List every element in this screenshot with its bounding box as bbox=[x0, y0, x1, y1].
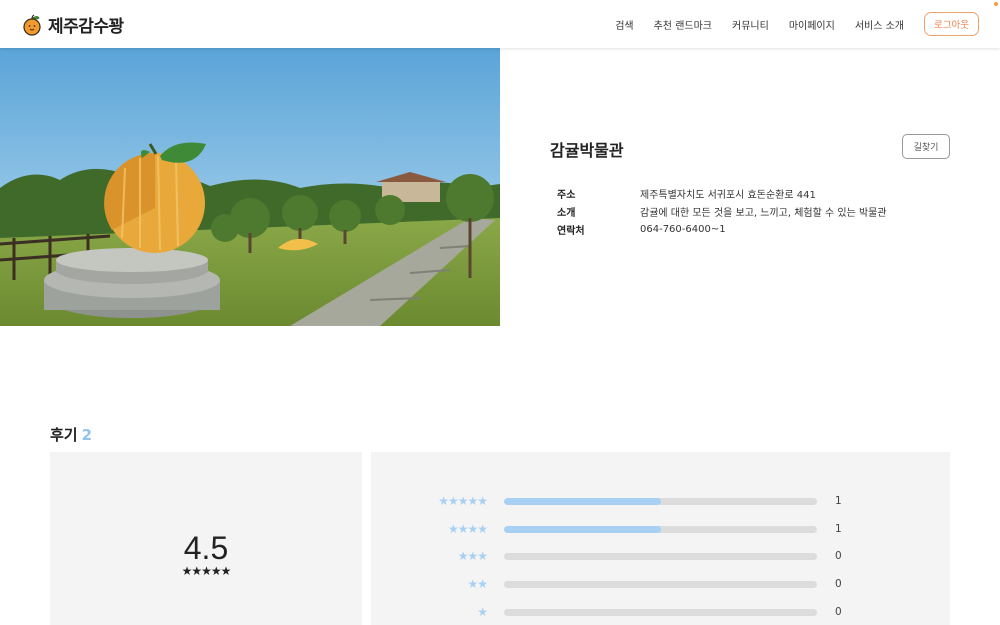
info-row-intro: 소개 감귤에 대한 모든 것을 보고, 느끼고, 체험할 수 있는 박물관 bbox=[557, 202, 887, 220]
rating-row-4: ★★★★ 1 bbox=[371, 522, 950, 536]
one-star-icon: ★ bbox=[477, 605, 488, 619]
logout-button[interactable]: 로그아웃 bbox=[924, 12, 979, 36]
rating-row-1: ★ 0 bbox=[371, 605, 950, 619]
notification-dot bbox=[994, 2, 998, 6]
intro-value: 감귤에 대한 모든 것을 보고, 느끼고, 체험할 수 있는 박물관 bbox=[640, 207, 887, 219]
nav-landmarks[interactable]: 추천 랜드마크 bbox=[654, 17, 712, 32]
logo-text: 제주감수꽝 bbox=[48, 17, 124, 37]
two-star-icon: ★★ bbox=[467, 577, 487, 591]
rating-bar-4 bbox=[504, 526, 817, 533]
review-count: 2 bbox=[81, 426, 93, 444]
logo[interactable]: 제주감수꽝 bbox=[22, 12, 124, 37]
rating-count-5: 1 bbox=[835, 495, 842, 507]
contact-label: 연락처 bbox=[557, 225, 585, 237]
info-row-contact: 연락처 064-760-6400~1 bbox=[557, 220, 887, 238]
info-row-address: 주소 제주특별자치도 서귀포시 효돈순환로 441 bbox=[557, 184, 887, 202]
rating-bar-fill-5 bbox=[504, 498, 661, 505]
nav-search[interactable]: 검색 bbox=[615, 17, 633, 32]
rating-row-5: ★★★★★ 1 bbox=[371, 494, 950, 508]
tangerine-logo-icon bbox=[23, 13, 41, 36]
rating-distribution-card: ★★★★★ 1 ★★★★ 1 ★★★ 0 ★★ 0 ★ 0 bbox=[371, 452, 950, 625]
three-star-icon: ★★★ bbox=[457, 549, 488, 563]
rating-count-1: 0 bbox=[835, 606, 842, 618]
main-nav: 검색 추천 랜드마크 커뮤니티 마이페이지 서비스 소개 bbox=[615, 17, 904, 32]
contact-value: 064-760-6400~1 bbox=[640, 223, 726, 235]
intro-label: 소개 bbox=[557, 207, 576, 219]
nav-about[interactable]: 서비스 소개 bbox=[855, 17, 904, 32]
place-info-table: 주소 제주특별자치도 서귀포시 효돈순환로 441 소개 감귤에 대한 모든 것… bbox=[557, 184, 887, 238]
rating-count-4: 1 bbox=[835, 523, 842, 535]
top-navbar: 제주감수꽝 검색 추천 랜드마크 커뮤니티 마이페이지 서비스 소개 로그아웃 bbox=[0, 0, 1000, 48]
rating-row-2: ★★ 0 bbox=[371, 577, 950, 591]
average-stars-icon: ★★★★★ bbox=[181, 564, 232, 578]
place-title: 감귤박물관 bbox=[550, 141, 624, 160]
nav-community[interactable]: 커뮤니티 bbox=[732, 17, 769, 32]
rating-row-3: ★★★ 0 bbox=[371, 549, 950, 563]
rating-bar-5 bbox=[504, 498, 817, 505]
rating-count-3: 0 bbox=[835, 550, 842, 562]
address-label: 주소 bbox=[557, 189, 576, 201]
nav-mypage[interactable]: 마이페이지 bbox=[789, 17, 835, 32]
directions-button[interactable]: 길찾기 bbox=[902, 134, 950, 159]
address-value: 제주특별자치도 서귀포시 효돈순환로 441 bbox=[640, 189, 816, 201]
rating-count-2: 0 bbox=[835, 578, 842, 590]
review-section-title: 후기 2 bbox=[50, 424, 92, 445]
five-star-icon: ★★★★★ bbox=[438, 494, 488, 508]
average-score-card: 4.5 ★★★★★ bbox=[50, 452, 362, 625]
rating-bar-2 bbox=[504, 581, 817, 588]
average-score: 4.5 bbox=[183, 530, 229, 566]
rating-bar-3 bbox=[504, 553, 817, 560]
review-title-text: 후기 bbox=[50, 426, 78, 444]
four-star-icon: ★★★★ bbox=[447, 522, 488, 536]
place-photo bbox=[0, 48, 500, 326]
rating-bar-1 bbox=[504, 609, 817, 616]
rating-bar-fill-4 bbox=[504, 526, 661, 533]
